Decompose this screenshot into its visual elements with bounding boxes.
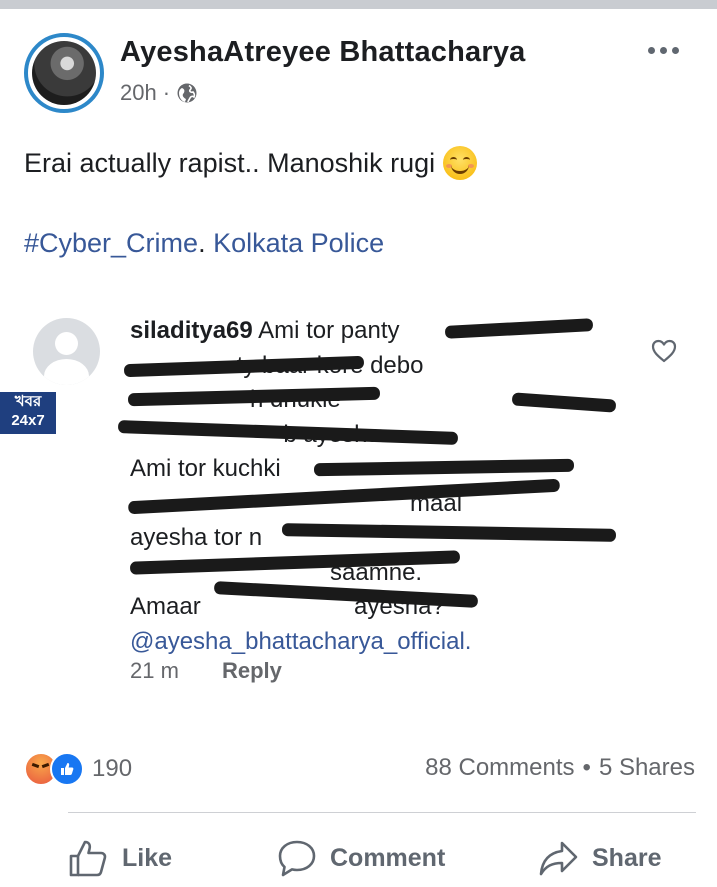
- like-label: Like: [122, 843, 173, 872]
- reaction-summary[interactable]: 190: [24, 752, 132, 786]
- avatar-head: [55, 332, 78, 355]
- avatar-shoulders: [44, 359, 89, 385]
- watermark-line2: 24x7: [11, 412, 45, 429]
- channel-watermark-logo: খবর 24x7: [0, 392, 56, 434]
- share-arrow-icon: [538, 838, 580, 878]
- share-label: Share: [592, 843, 662, 872]
- speech-bubble-icon: [276, 838, 318, 878]
- actions-divider: [68, 812, 696, 813]
- watermark-line1: খবর: [14, 393, 42, 410]
- stats-separator: •: [582, 754, 591, 781]
- comment-time: 21 m: [130, 658, 179, 683]
- more-options-icon[interactable]: [648, 40, 688, 60]
- smiling-face-icon: [443, 146, 478, 180]
- comments-count[interactable]: 88 Comments: [425, 754, 574, 782]
- reply-button[interactable]: Reply: [222, 658, 282, 684]
- heart-outline-icon[interactable]: [650, 338, 678, 364]
- commenter-avatar[interactable]: [33, 318, 100, 385]
- dot: [672, 46, 679, 54]
- commenter-username[interactable]: siladitya69: [130, 317, 253, 344]
- comment-mention[interactable]: @ayesha_bhattacharya_official.: [130, 625, 650, 660]
- meta-separator: ·: [162, 80, 171, 105]
- post-text: Erai actually rapist.. Manoshik rugi: [24, 146, 478, 180]
- comment-label: Comment: [330, 843, 446, 872]
- comment-button[interactable]: Comment: [276, 836, 445, 880]
- thumbs-up-icon: [68, 838, 110, 878]
- author-avatar[interactable]: [24, 33, 104, 113]
- post-meta: 20h ·: [120, 80, 198, 106]
- dot: [660, 46, 667, 54]
- post-tags: #Cyber_Crime. Kolkata Police: [24, 228, 384, 259]
- mention-link[interactable]: Kolkata Police: [213, 228, 384, 258]
- comment-text: Ami tor panty: [252, 317, 400, 344]
- top-edge-bar: [0, 0, 717, 9]
- post-time[interactable]: 20h: [120, 80, 157, 106]
- hashtag-link[interactable]: #Cyber_Crime: [24, 228, 198, 258]
- reaction-count: 190: [92, 755, 133, 782]
- like-button[interactable]: Like: [68, 836, 172, 880]
- shares-count[interactable]: 5 Shares: [599, 754, 695, 782]
- share-button[interactable]: Share: [538, 836, 661, 880]
- dot: [648, 46, 655, 54]
- post-text-content: Erai actually rapist.. Manoshik rugi: [24, 147, 436, 178]
- like-reaction-icon: [50, 752, 84, 786]
- author-name[interactable]: AyeshaAtreyee Bhattacharya: [120, 36, 526, 69]
- post-stats: 88 Comments • 5 Shares: [425, 754, 695, 782]
- globe-icon: [176, 82, 198, 104]
- author-avatar-photo: [32, 41, 96, 105]
- hashtag-separator: .: [198, 228, 206, 258]
